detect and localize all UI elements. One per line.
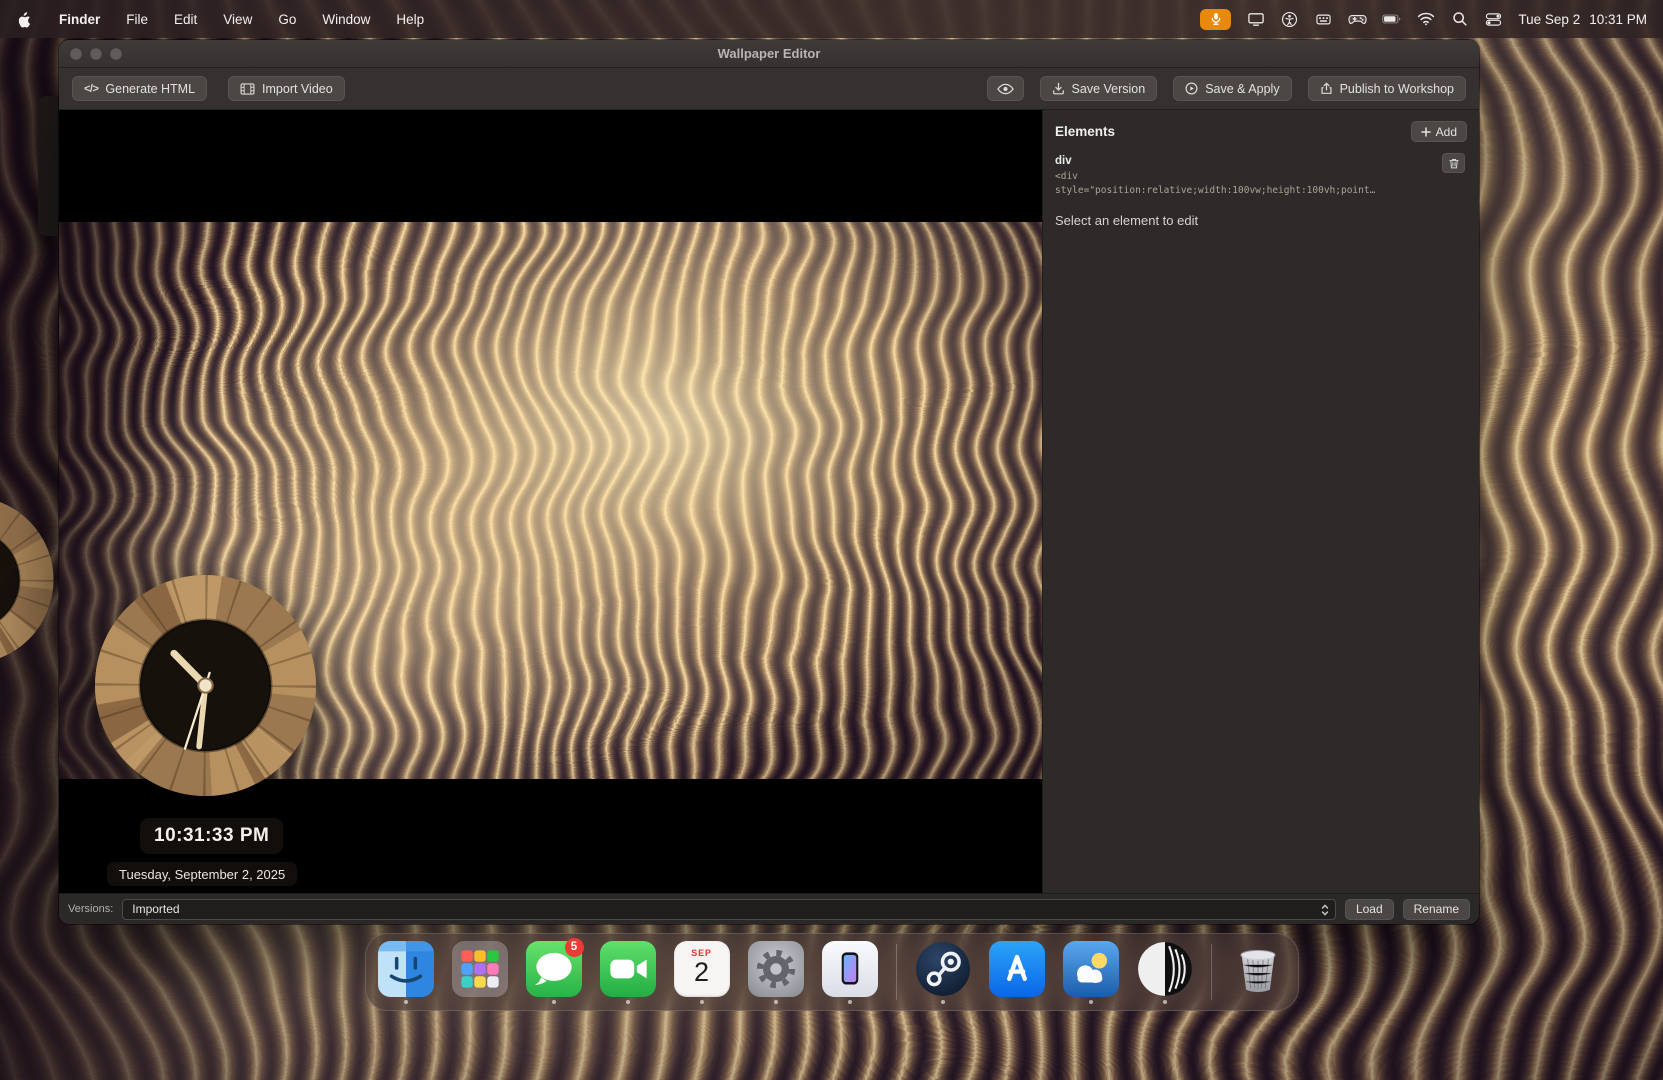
element-code-line-1: <div xyxy=(1055,170,1445,184)
save-icon xyxy=(1052,82,1065,95)
preview-eye-button[interactable] xyxy=(987,76,1024,101)
dock-messages-icon[interactable]: 5 xyxy=(526,941,582,1004)
menu-go[interactable]: Go xyxy=(278,12,296,27)
publish-to-workshop-button[interactable]: Publish to Workshop xyxy=(1308,76,1466,101)
window-title: Wallpaper Editor xyxy=(59,46,1479,61)
menu-finder[interactable]: Finder xyxy=(59,12,100,27)
select-stepper-icon xyxy=(1320,902,1330,921)
versions-label: Versions: xyxy=(68,903,113,915)
dock-app-store-icon[interactable] xyxy=(989,941,1045,1004)
control-center-icon[interactable] xyxy=(1484,10,1503,29)
analog-clock-widget[interactable] xyxy=(93,573,318,798)
messages-badge: 5 xyxy=(565,938,584,957)
dock-facetime-icon[interactable] xyxy=(600,941,656,1004)
apple-menu-icon[interactable] xyxy=(16,11,33,28)
dock-launchpad-icon[interactable] xyxy=(452,941,508,1004)
add-label: Add xyxy=(1436,125,1457,139)
save-version-label: Save Version xyxy=(1072,82,1146,96)
calendar-month: SEP xyxy=(691,948,711,958)
dock-calendar-icon[interactable]: SEP 2 xyxy=(674,941,730,1004)
plus-icon xyxy=(1421,127,1431,137)
panel-hint-text: Select an element to edit xyxy=(1055,213,1467,228)
film-icon xyxy=(240,83,255,95)
battery-icon[interactable] xyxy=(1382,10,1401,29)
microphone-status-icon[interactable] xyxy=(1200,9,1231,30)
publish-to-workshop-label: Publish to Workshop xyxy=(1340,82,1454,96)
digital-clock[interactable]: 10:31:33 PM xyxy=(140,818,283,854)
dock-settings-icon[interactable] xyxy=(748,941,804,1004)
date-widget[interactable]: Tuesday, September 2, 2025 xyxy=(107,862,297,886)
menu-file[interactable]: File xyxy=(126,12,148,27)
menubar-clock[interactable]: Tue Sep 2 10:31 PM xyxy=(1518,12,1647,27)
dock: 5 SEP 2 xyxy=(365,933,1299,1011)
dock-trash-icon[interactable] xyxy=(1230,941,1286,1004)
delete-element-button[interactable] xyxy=(1442,153,1465,173)
element-list-item[interactable]: div <div style="position:relative;width:… xyxy=(1055,155,1467,198)
menu-view[interactable]: View xyxy=(223,12,252,27)
load-version-button[interactable]: Load xyxy=(1345,899,1394,920)
code-icon: </> xyxy=(84,83,98,95)
import-video-button[interactable]: Import Video xyxy=(228,76,345,101)
menu-edit[interactable]: Edit xyxy=(174,12,197,27)
dock-wallpaper-app-icon[interactable] xyxy=(1137,941,1193,1004)
dock-steam-icon[interactable] xyxy=(915,941,971,1004)
element-code-line-2: style="position:relative;width:100vw;hei… xyxy=(1055,184,1445,198)
calendar-day: 2 xyxy=(694,959,709,986)
menubar-time: 10:31 PM xyxy=(1589,12,1647,27)
dock-weather-icon[interactable] xyxy=(1063,941,1119,1004)
game-controller-icon[interactable] xyxy=(1348,10,1367,29)
dock-separator xyxy=(1211,944,1212,1000)
element-tag: div xyxy=(1055,155,1467,167)
dock-finder-icon[interactable] xyxy=(378,941,434,1004)
add-element-button[interactable]: Add xyxy=(1411,121,1467,142)
search-icon[interactable] xyxy=(1450,10,1469,29)
display-mirroring-icon[interactable] xyxy=(1246,10,1265,29)
elements-panel-title: Elements xyxy=(1055,124,1115,139)
versions-select[interactable]: Imported xyxy=(122,899,1336,920)
menu-help[interactable]: Help xyxy=(396,12,424,27)
import-video-label: Import Video xyxy=(262,82,333,96)
wallpaper-preview[interactable]: 10:31:33 PM Tuesday, September 2, 2025 xyxy=(59,110,1042,893)
keyboard-icon[interactable] xyxy=(1314,10,1333,29)
selected-version: Imported xyxy=(132,902,179,916)
dock-iphone-mirroring-icon[interactable] xyxy=(822,941,878,1004)
elements-panel: Elements Add div <div style="position:re… xyxy=(1042,110,1479,893)
wifi-icon[interactable] xyxy=(1416,10,1435,29)
dock-separator xyxy=(896,944,897,1000)
generate-html-label: Generate HTML xyxy=(105,82,195,96)
menu-bar: Finder File Edit View Go Window Help xyxy=(0,0,1663,38)
trash-icon xyxy=(1449,158,1459,169)
versions-bar: Versions: Imported Load Rename xyxy=(59,893,1479,924)
generate-html-button[interactable]: </> Generate HTML xyxy=(72,76,207,101)
share-icon xyxy=(1320,82,1333,95)
save-and-apply-label: Save & Apply xyxy=(1205,82,1279,96)
desktop-clock-widget xyxy=(0,495,55,665)
toolbar: </> Generate HTML Import Video Save Vers… xyxy=(59,68,1479,110)
wallpaper-editor-window: Wallpaper Editor </> Generate HTML Impor… xyxy=(59,40,1479,924)
menubar-date: Tue Sep 2 xyxy=(1518,12,1580,27)
save-and-apply-button[interactable]: Save & Apply xyxy=(1173,76,1291,101)
play-circle-icon xyxy=(1185,82,1198,95)
titlebar[interactable]: Wallpaper Editor xyxy=(59,40,1479,68)
save-version-button[interactable]: Save Version xyxy=(1040,76,1158,101)
accessibility-icon[interactable] xyxy=(1280,10,1299,29)
menu-window[interactable]: Window xyxy=(322,12,370,27)
rename-version-button[interactable]: Rename xyxy=(1403,899,1470,920)
